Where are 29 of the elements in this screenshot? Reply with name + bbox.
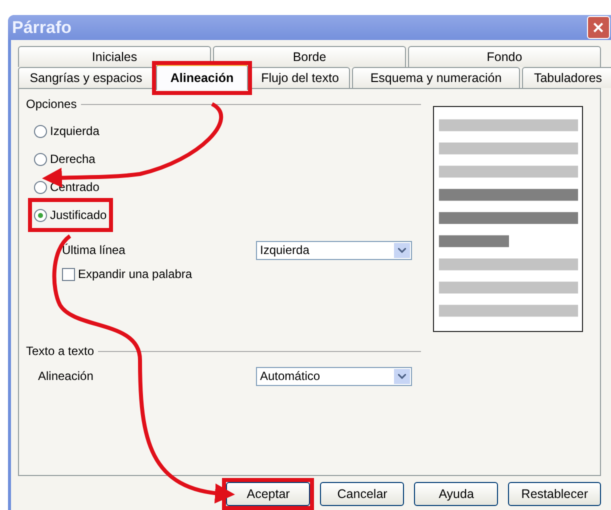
radio-icon[interactable] [34, 180, 47, 194]
radio-icon[interactable] [34, 208, 47, 222]
tab[interactable]: Sangrías y espacios [18, 67, 154, 88]
dialog-button[interactable]: Cancelar [320, 482, 404, 506]
tab[interactable]: Borde [213, 46, 406, 67]
checkbox-option[interactable]: Expandir una palabra [62, 264, 421, 284]
radio-icon[interactable] [34, 124, 47, 138]
tab[interactable]: Iniciales [18, 46, 211, 67]
dialog-button[interactable]: Restablecer [508, 482, 601, 506]
dialog-button[interactable]: Ayuda [414, 482, 498, 506]
field-label: Alineación [38, 369, 94, 383]
window-title: Párrafo [12, 18, 72, 38]
radio-option[interactable]: Izquierda [34, 117, 100, 145]
dropdown[interactable]: Automático [256, 366, 412, 386]
field-label: Última línea [62, 243, 126, 257]
checkbox[interactable] [62, 268, 75, 280]
close-button[interactable]: ✕ [587, 16, 610, 39]
group-label: Opciones [26, 97, 77, 111]
chevron-down-icon[interactable] [394, 368, 410, 384]
tab[interactable]: Esquema y numeración [352, 67, 520, 88]
radio-option[interactable]: Derecha [34, 145, 96, 173]
tab[interactable]: Tabuladores [522, 67, 611, 88]
dropdown[interactable]: Izquierda [256, 240, 412, 260]
radio-option[interactable]: Justificado [28, 198, 113, 232]
radio-icon[interactable] [34, 152, 47, 166]
tab[interactable]: Flujo del texto [250, 67, 350, 88]
group-label: Texto a texto [26, 344, 94, 358]
chevron-down-icon[interactable] [394, 242, 410, 258]
tab[interactable]: Fondo [408, 46, 601, 67]
